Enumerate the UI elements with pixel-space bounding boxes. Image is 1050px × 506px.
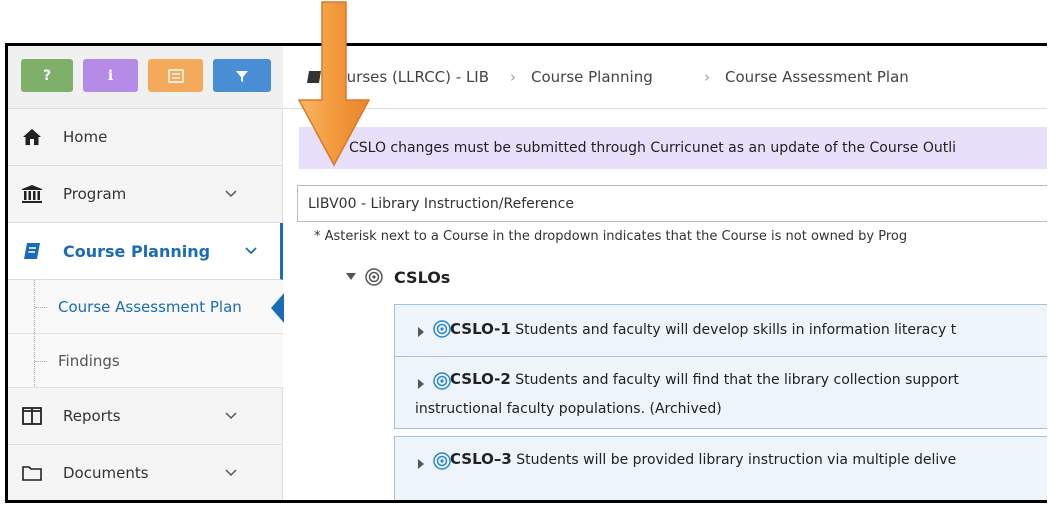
breadcrumb-item-course-planning[interactable]: Course Planning bbox=[531, 68, 653, 86]
cslo-code: CSLO-1 bbox=[450, 320, 511, 338]
list-icon bbox=[167, 68, 184, 83]
info-icon: i bbox=[107, 67, 114, 84]
sidebar-subitem-label: Findings bbox=[58, 351, 120, 370]
sidebar-item-label: Documents bbox=[63, 464, 149, 482]
sidebar-item-course-planning[interactable]: Course Planning bbox=[8, 223, 283, 280]
sidebar-subitem-course-assessment-plan[interactable]: Course Assessment Plan bbox=[8, 280, 283, 334]
tree-connector bbox=[34, 280, 50, 333]
chevron-down-icon[interactable] bbox=[224, 187, 238, 201]
chevron-down-icon[interactable] bbox=[244, 244, 258, 258]
notice-text: CSLO changes must be submitted through C… bbox=[349, 140, 957, 156]
sidebar-toolbar: ? i bbox=[8, 46, 283, 109]
institution-icon bbox=[20, 182, 44, 206]
annotation-arrow-icon bbox=[297, 1, 371, 167]
sidebar-item-program[interactable]: Program bbox=[8, 166, 283, 223]
caret-right-icon[interactable] bbox=[418, 327, 424, 337]
book-icon bbox=[20, 239, 44, 263]
course-select-value: LIBV00 - Library Instruction/Reference bbox=[308, 195, 574, 212]
cslo-text-continued: instructional faculty populations. (Arch… bbox=[415, 401, 722, 417]
chevron-down-icon[interactable] bbox=[224, 409, 238, 423]
info-button[interactable]: i bbox=[83, 59, 138, 92]
cslo-code: CSLO-2 bbox=[450, 370, 511, 388]
breadcrumb-separator: › bbox=[510, 68, 516, 86]
sidebar-item-reports[interactable]: Reports bbox=[8, 388, 283, 445]
cslo-item[interactable]: CSLO-1 Students and faculty will develop… bbox=[394, 304, 1047, 357]
target-icon bbox=[365, 268, 383, 286]
breadcrumb-separator: › bbox=[704, 68, 710, 86]
sidebar-subitem-findings[interactable]: Findings bbox=[8, 334, 283, 388]
caret-right-icon[interactable] bbox=[418, 459, 424, 469]
caret-down-icon[interactable] bbox=[346, 273, 356, 281]
breadcrumb: Courses (LLRCC) - LIB › Course Planning … bbox=[284, 46, 1047, 109]
breadcrumb-item-current: Course Assessment Plan bbox=[725, 68, 909, 86]
cslo-text: Students and faculty will find that the … bbox=[515, 372, 959, 388]
sidebar-item-label: Reports bbox=[63, 407, 121, 425]
course-select[interactable]: LIBV00 - Library Instruction/Reference bbox=[297, 185, 1047, 222]
columns-icon bbox=[20, 404, 44, 428]
cslo-text: Students and faculty will develop skills… bbox=[515, 322, 957, 338]
filter-button[interactable] bbox=[213, 59, 271, 92]
cslos-heading: CSLOs bbox=[394, 267, 451, 287]
sidebar-item-label: Course Planning bbox=[63, 241, 211, 261]
target-icon bbox=[433, 320, 451, 338]
sidebar-item-label: Program bbox=[63, 185, 127, 203]
cslo-notice-banner: CSLO changes must be submitted through C… bbox=[299, 127, 1047, 169]
target-icon bbox=[433, 452, 451, 470]
filter-icon bbox=[236, 70, 248, 82]
sidebar-item-home[interactable]: Home bbox=[8, 109, 283, 166]
sidebar-item-documents[interactable]: Documents bbox=[8, 445, 283, 500]
target-icon bbox=[433, 372, 451, 390]
folder-icon bbox=[20, 461, 44, 485]
sidebar: ? i Home Program Course Planning Course … bbox=[8, 46, 285, 500]
caret-right-icon[interactable] bbox=[418, 379, 424, 389]
help-icon: ? bbox=[42, 67, 52, 84]
active-pointer bbox=[271, 292, 285, 324]
sidebar-subitem-label: Course Assessment Plan bbox=[58, 297, 242, 316]
tree-connector bbox=[34, 334, 50, 387]
sidebar-item-label: Home bbox=[63, 128, 108, 146]
chevron-down-icon[interactable] bbox=[224, 466, 238, 480]
help-button[interactable]: ? bbox=[21, 59, 73, 92]
home-icon bbox=[20, 125, 44, 149]
asterisk-note: * Asterisk next to a Course in the dropd… bbox=[314, 229, 908, 244]
cslo-item[interactable]: CSLO–3 Students will be provided library… bbox=[394, 436, 1047, 500]
cslos-header[interactable]: CSLOs bbox=[334, 256, 1047, 298]
cslo-code: CSLO–3 bbox=[450, 450, 512, 468]
app-window: ? i Home Program Course Planning Course … bbox=[5, 43, 1047, 503]
cslo-text: Students will be provided library instru… bbox=[516, 452, 957, 468]
main-content: Courses (LLRCC) - LIB › Course Planning … bbox=[284, 46, 1047, 500]
list-button[interactable] bbox=[148, 59, 203, 92]
cslo-item[interactable]: CSLO-2 Students and faculty will find th… bbox=[394, 356, 1047, 429]
